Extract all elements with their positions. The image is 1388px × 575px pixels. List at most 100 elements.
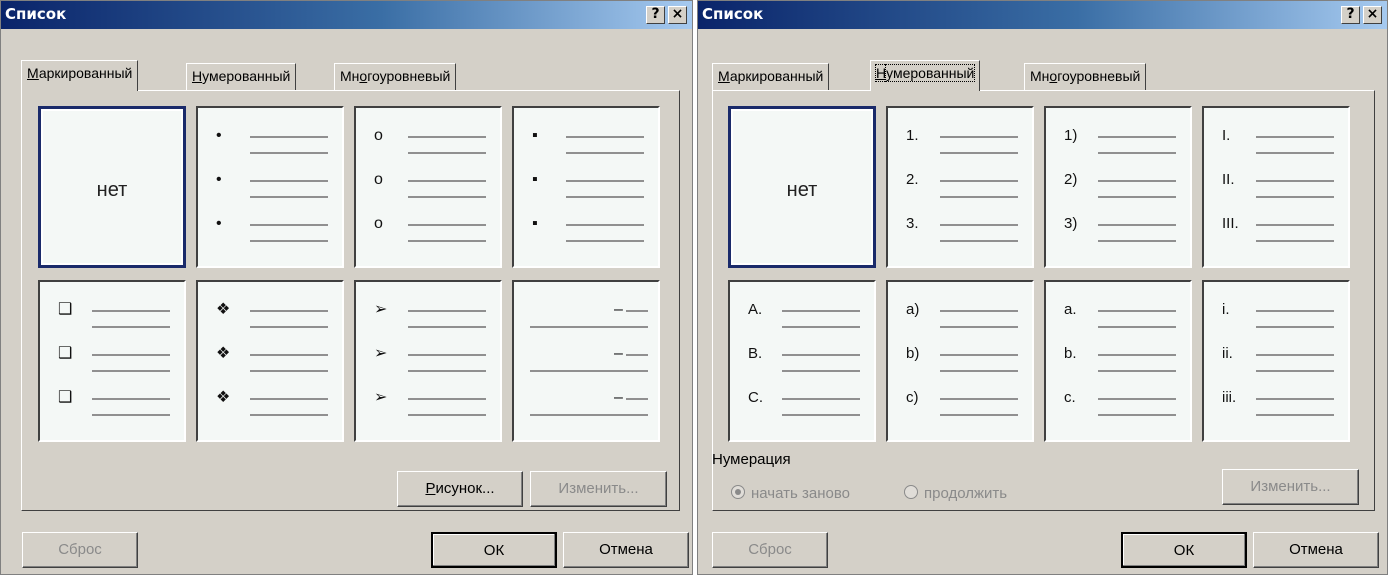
preview-line (408, 152, 486, 154)
preview-line (250, 398, 328, 400)
ok-button[interactable]: ОК (1121, 532, 1247, 568)
list-marker: • (216, 215, 222, 232)
number-style-arabic-dot[interactable]: 1. 2. 3. (886, 106, 1034, 268)
list-marker: II. (1222, 171, 1235, 188)
preview-line (566, 152, 644, 154)
ok-button[interactable]: ОК (431, 532, 557, 568)
preview-line (530, 414, 648, 416)
preview-line (250, 196, 328, 198)
preview-line (940, 310, 1018, 312)
bullet-style-dash[interactable]: – – – (512, 280, 660, 442)
bullet-style-none[interactable]: нет (38, 106, 186, 268)
preview-line (1098, 180, 1176, 182)
number-style-arabic-paren[interactable]: 1) 2) 3) (1044, 106, 1192, 268)
preview-row: 1. (888, 126, 1032, 154)
preview-row: 3) (1046, 214, 1190, 242)
preview-row: B. (730, 344, 874, 372)
preview-row: o (356, 126, 500, 154)
preview-line (92, 414, 170, 416)
preview-line (566, 240, 644, 242)
number-style-alpha-dot[interactable]: a. b. c. (1044, 280, 1192, 442)
preview-line (940, 136, 1018, 138)
list-marker: ❑ (58, 301, 73, 318)
tab-multilevel[interactable]: Многоуровневый (1024, 63, 1147, 91)
list-marker: ❖ (216, 389, 231, 406)
preview-row: ➢ (356, 388, 500, 416)
tab-bulleted[interactable]: Маркированный (712, 63, 830, 91)
preview-line (940, 180, 1018, 182)
preview-line (1098, 398, 1176, 400)
preview-line (626, 310, 648, 312)
preview-line (1098, 196, 1176, 198)
preview-row: o (356, 214, 500, 242)
preview-line (566, 136, 644, 138)
list-marker: ▪ (532, 215, 538, 232)
list-marker: – (614, 301, 623, 318)
number-style-roman-lower[interactable]: i. ii. iii. (1202, 280, 1350, 442)
list-marker: I. (1222, 127, 1231, 144)
list-marker: a. (1064, 301, 1077, 318)
list-marker: 3. (906, 215, 919, 232)
list-marker: ▪ (532, 171, 538, 188)
preview-line (626, 354, 648, 356)
preview-row: b. (1046, 344, 1190, 372)
preview-line (940, 196, 1018, 198)
number-style-alpha-upper[interactable]: A. B. C. (728, 280, 876, 442)
list-marker: III. (1222, 215, 1239, 232)
list-marker: c. (1064, 389, 1076, 406)
list-marker: – (614, 345, 623, 362)
close-button[interactable]: × (1363, 6, 1382, 24)
preview-line (408, 310, 486, 312)
preview-line (1256, 370, 1334, 372)
reset-button[interactable]: Сброс (712, 532, 828, 568)
list-marker: iii. (1222, 389, 1237, 406)
preview-row: ❖ (198, 344, 342, 372)
preview-row: i. (1204, 300, 1348, 328)
cancel-button[interactable]: Отмена (563, 532, 689, 568)
continue-numbering-radio[interactable]: продолжить (904, 485, 1007, 502)
change-button[interactable]: Изменить... (530, 471, 667, 507)
bullet-style-circle[interactable]: o o o (354, 106, 502, 268)
bullet-style-arrow[interactable]: ➢ ➢ ➢ (354, 280, 502, 442)
bullet-style-diamonds[interactable]: ❖ ❖ ❖ (196, 280, 344, 442)
list-marker: ❑ (58, 389, 73, 406)
list-marker: 2) (1064, 171, 1078, 188)
tab-numbered[interactable]: Нумерованный (186, 63, 297, 91)
preview-line (250, 354, 328, 356)
dialog-title: Список (5, 5, 67, 23)
preview-line (940, 240, 1018, 242)
list-marker: b. (1064, 345, 1077, 362)
restart-numbering-radio[interactable]: начать заново (731, 485, 850, 502)
number-style-roman-upper[interactable]: I. II. III. (1202, 106, 1350, 268)
bullet-style-dot[interactable]: • • • (196, 106, 344, 268)
picture-button[interactable]: Рисунок... (397, 471, 523, 507)
preview-line (530, 370, 648, 372)
preview-line (408, 326, 486, 328)
bullet-style-box[interactable]: ❑ ❑ ❑ (38, 280, 186, 442)
title-bar: Список ? × (698, 1, 1387, 29)
number-style-alpha-paren[interactable]: a) b) c) (886, 280, 1034, 442)
preview-line (408, 240, 486, 242)
radio-selected-icon (731, 485, 745, 499)
preview-row: c) (888, 388, 1032, 416)
preview-line (1256, 310, 1334, 312)
change-button[interactable]: Изменить... (1222, 469, 1359, 505)
radio-empty-icon (904, 485, 918, 499)
tab-bulleted[interactable]: Маркированный (21, 60, 139, 91)
reset-button[interactable]: Сброс (22, 532, 138, 568)
tab-numbered[interactable]: Нумерованный (870, 60, 981, 91)
preview-row: 3. (888, 214, 1032, 242)
preview-line (92, 398, 170, 400)
close-button[interactable]: × (668, 6, 687, 24)
list-marker: a) (906, 301, 920, 318)
tab-multilevel[interactable]: Многоуровневый (334, 63, 457, 91)
help-button[interactable]: ? (1341, 6, 1360, 24)
list-marker: 1) (1064, 127, 1078, 144)
preview-line (408, 370, 486, 372)
cancel-button[interactable]: Отмена (1253, 532, 1379, 568)
preview-row: – (514, 344, 658, 372)
number-style-none[interactable]: нет (728, 106, 876, 268)
help-button[interactable]: ? (646, 6, 665, 24)
preview-line (1256, 398, 1334, 400)
bullet-style-square[interactable]: ▪ ▪ ▪ (512, 106, 660, 268)
